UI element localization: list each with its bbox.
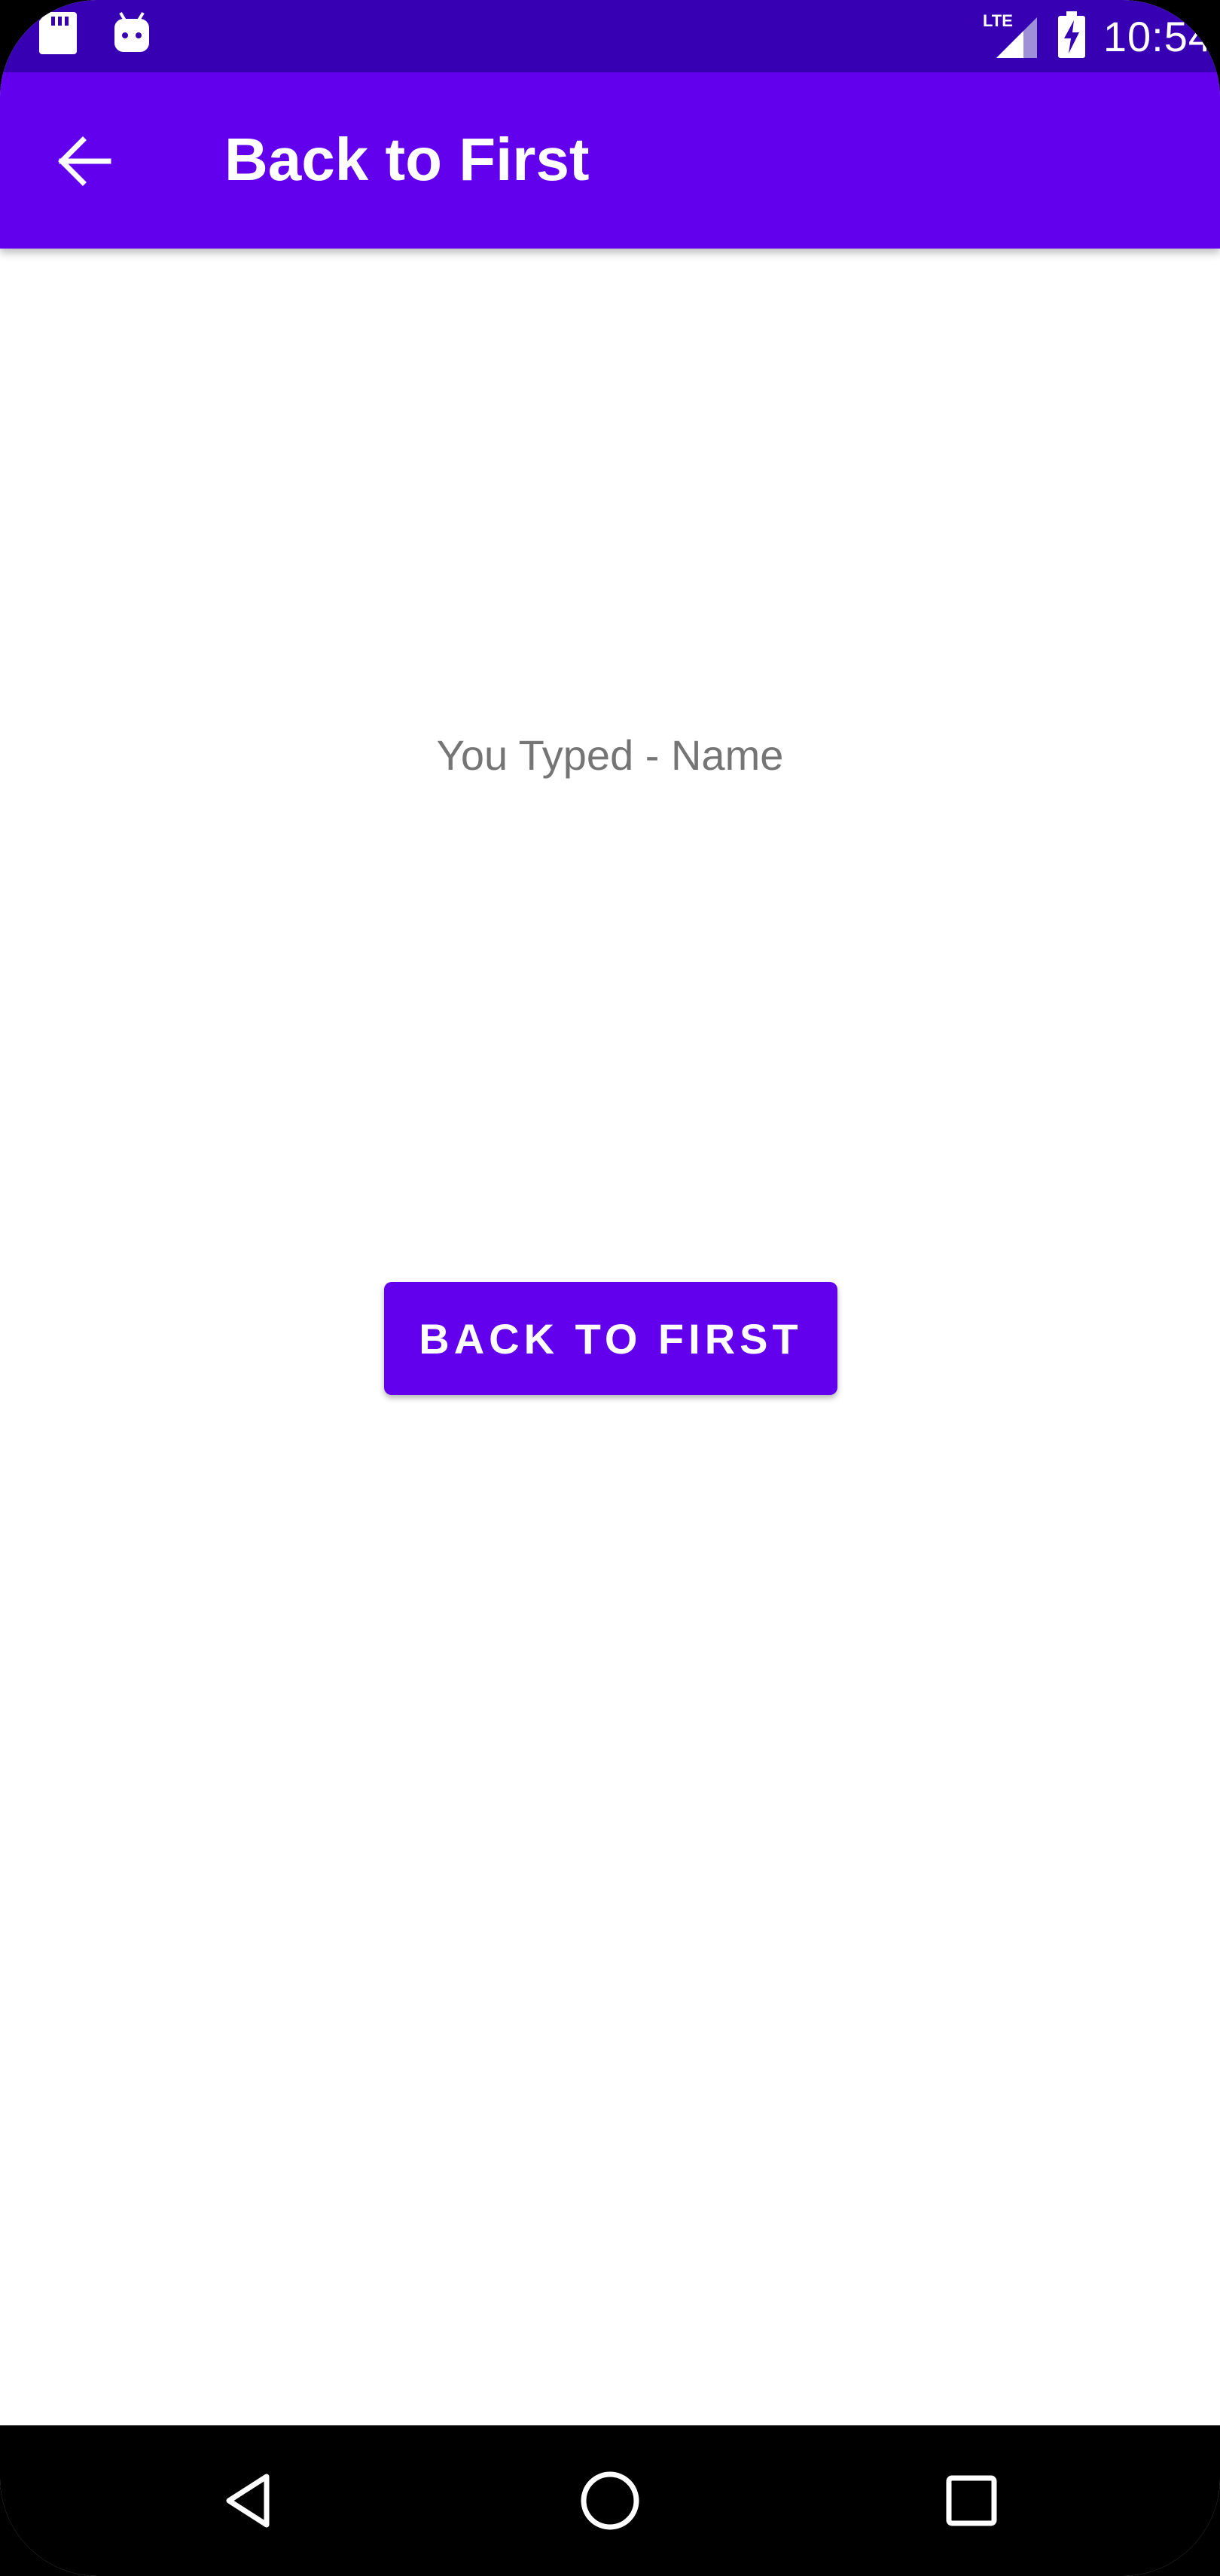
back-to-first-button-label: BACK TO FIRST [419,1314,803,1363]
svg-text:LTE: LTE [983,11,1013,30]
app-bar: Back to First [0,72,1220,249]
back-arrow-icon[interactable] [54,131,114,191]
android-icon [111,11,152,59]
lte-signal-icon: LTE [983,10,1040,63]
phone-screen: LTE 10:54 Back to First You Typed - Name… [0,0,1220,2576]
page-title: Back to First [224,126,590,193]
typed-text-label: You Typed - Name [436,731,784,779]
nav-home-icon[interactable] [572,2463,648,2538]
nav-recents-icon[interactable] [934,2463,1009,2538]
sd-card-icon [38,11,78,60]
status-time: 10:54 [1103,12,1212,60]
back-to-first-button[interactable]: BACK TO FIRST [384,1282,837,1395]
status-left-icons [38,11,152,60]
main-content: You Typed - Name BACK TO FIRST [0,249,1220,2425]
navigation-bar [0,2425,1220,2576]
battery-charging-icon [1057,10,1087,63]
status-right-icons: LTE 10:54 [983,8,1212,65]
nav-back-icon[interactable] [211,2463,286,2538]
status-bar: LTE 10:54 [0,0,1220,72]
